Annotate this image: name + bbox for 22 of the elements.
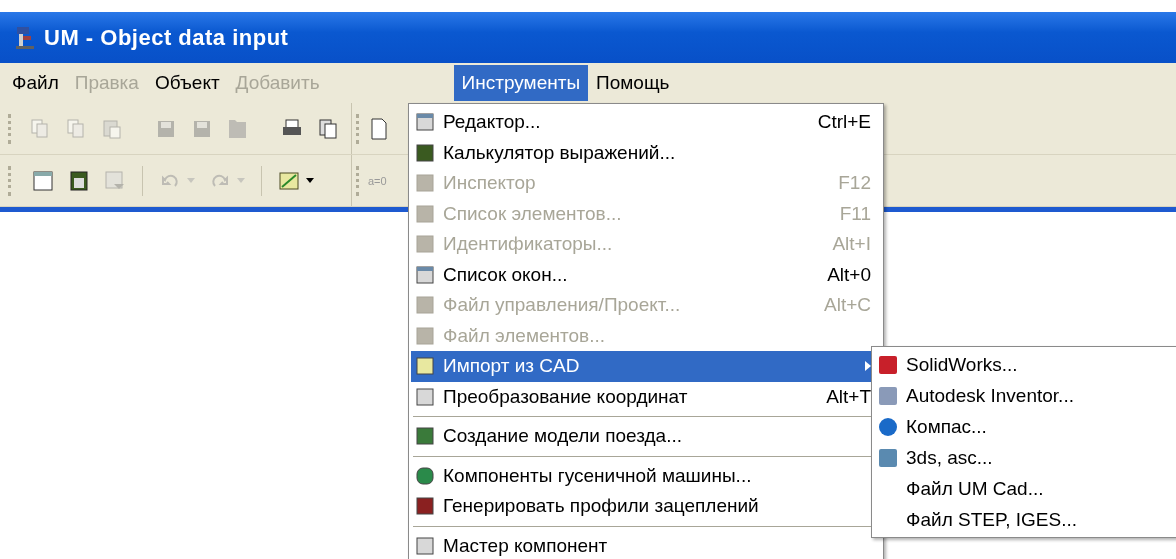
menu-bar-item[interactable]: Файл [4, 65, 67, 101]
pages-icon [317, 117, 339, 140]
copy-icon [29, 117, 51, 140]
window-title: UM - Object data input [44, 24, 289, 51]
blank-page-icon [368, 117, 390, 140]
menu-bar-item[interactable]: Помощь [588, 65, 678, 101]
copy-icon [65, 117, 87, 140]
toolbar-grip[interactable] [8, 113, 11, 144]
window-icon [415, 112, 435, 133]
toolbar-grip[interactable] [356, 113, 362, 144]
folder-icon [227, 117, 249, 140]
menu-bar-item[interactable]: Объект [146, 65, 228, 101]
menu-item[interactable]: Редактор... Ctrl+E [411, 107, 881, 138]
menu-bar-item[interactable]: Инструменты [453, 65, 589, 101]
toolbar-grip[interactable] [356, 165, 362, 196]
window-icon [32, 169, 54, 192]
app-logo-icon [14, 25, 36, 50]
menu-item[interactable]: Список окон... Alt+0 [411, 259, 881, 290]
menu-item[interactable]: Калькулятор выражений... [411, 137, 881, 168]
paste-icon [101, 117, 123, 140]
form-icon [104, 169, 126, 192]
toolbar-grip[interactable] [8, 165, 14, 196]
